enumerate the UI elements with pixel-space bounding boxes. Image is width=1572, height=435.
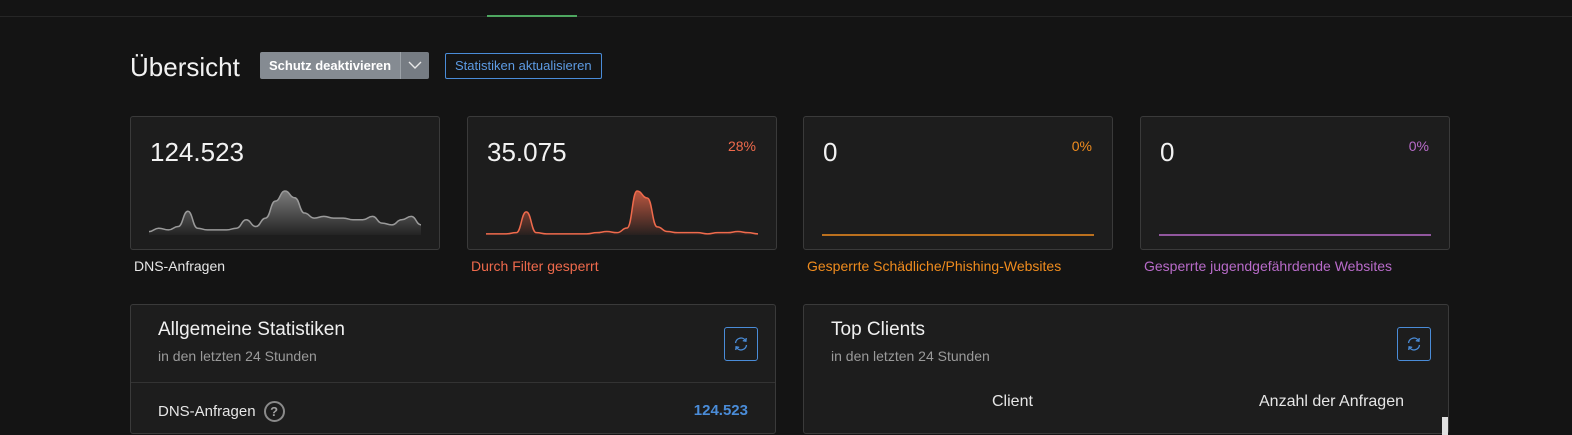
- stat-card-blocked-malware: 0 0%: [803, 116, 1113, 250]
- top-navigation-bar: [0, 0, 1572, 17]
- column-header-client[interactable]: Client: [992, 393, 1033, 411]
- stat-value: 124.523: [150, 137, 244, 167]
- scrollbar-thumb[interactable]: [1442, 417, 1448, 435]
- stat-card-blocked-adult: 0 0%: [1140, 116, 1450, 250]
- stat-percent: 0%: [1071, 138, 1092, 154]
- stat-label-blocked-malware: Gesperrte Schädliche/Phishing-Websites: [807, 258, 1062, 274]
- panel-divider: [131, 382, 775, 383]
- stat-card-blocked-by-filters: 35.075 28%: [467, 116, 777, 250]
- top-clients-panel: Top Clients in den letzten 24 Stunden Cl…: [803, 304, 1449, 435]
- column-header-request-count[interactable]: Anzahl der Anfragen: [1259, 393, 1404, 411]
- sparkline-area: [486, 191, 758, 235]
- panel-subtitle: in den letzten 24 Stunden: [831, 348, 990, 364]
- refresh-icon: [734, 337, 748, 351]
- refresh-statistics-button[interactable]: Statistiken aktualisieren: [445, 53, 602, 79]
- stat-percent: 0%: [1408, 138, 1429, 154]
- stat-row-label: DNS-Anfragen: [158, 403, 256, 420]
- refresh-icon: [1407, 337, 1421, 351]
- stat-value: 0: [1160, 137, 1175, 167]
- stat-percent: 28%: [727, 138, 756, 154]
- panel-subtitle: in den letzten 24 Stunden: [158, 348, 317, 364]
- sparkline-blocked-by-filters: [486, 190, 758, 235]
- active-tab-indicator: [487, 15, 577, 17]
- protection-dropdown-toggle[interactable]: [400, 52, 430, 79]
- stat-label-dns-queries: DNS-Anfragen: [134, 258, 226, 274]
- chevron-down-icon: [408, 61, 422, 69]
- sparkline-blocked-adult: [1159, 234, 1431, 236]
- stat-label-blocked-by-filters: Durch Filter gesperrt: [471, 258, 599, 274]
- stat-row-dns-queries: DNS-Anfragen ?: [158, 401, 285, 422]
- sparkline-blocked-malware: [822, 234, 1094, 236]
- disable-protection-button[interactable]: Schutz deaktivieren: [260, 52, 401, 79]
- top-clients-refresh-button[interactable]: [1397, 327, 1431, 361]
- stat-label-blocked-adult: Gesperrte jugendgefährdende Websites: [1144, 258, 1393, 274]
- stat-value: 35.075: [487, 137, 567, 167]
- stat-value: 0: [823, 137, 838, 167]
- general-stats-refresh-button[interactable]: [724, 327, 758, 361]
- stat-row-value[interactable]: 124.523: [694, 402, 748, 419]
- panel-title: Allgemeine Statistiken: [158, 319, 345, 340]
- general-statistics-panel: Allgemeine Statistiken in den letzten 24…: [130, 304, 776, 434]
- help-icon[interactable]: ?: [263, 401, 285, 422]
- sparkline-dns-queries: [149, 190, 421, 235]
- page-title: Übersicht: [130, 52, 240, 82]
- stat-card-dns-queries: 124.523: [130, 116, 440, 250]
- protection-button-group: Schutz deaktivieren: [260, 52, 430, 79]
- panel-title: Top Clients: [831, 319, 925, 340]
